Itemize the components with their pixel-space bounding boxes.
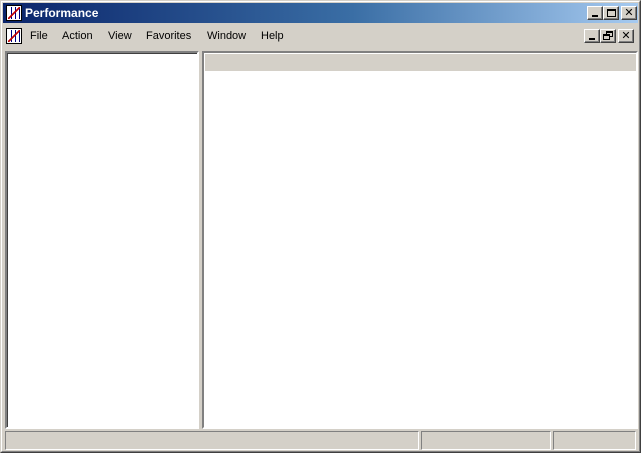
- status-panel-3: [553, 431, 636, 450]
- restore-icon-front: [603, 34, 610, 40]
- maximize-icon: [607, 9, 616, 17]
- status-panel-2: [421, 431, 551, 450]
- title-bar[interactable]: Performance ✕: [3, 3, 638, 23]
- close-icon: ✕: [621, 29, 631, 42]
- details-pane[interactable]: [202, 51, 638, 429]
- minimize-icon: [589, 38, 595, 40]
- minimize-button[interactable]: [587, 6, 603, 20]
- close-button[interactable]: ✕: [621, 6, 637, 20]
- menu-view[interactable]: View: [108, 30, 132, 42]
- details-pane-header: [205, 54, 636, 71]
- minimize-icon: [592, 15, 598, 17]
- menu-file[interactable]: File: [30, 30, 48, 42]
- status-bar: [3, 430, 638, 450]
- child-minimize-button[interactable]: [584, 29, 600, 43]
- console-tree-pane[interactable]: [5, 51, 199, 429]
- performance-chart-icon[interactable]: [6, 5, 22, 21]
- menu-action[interactable]: Action: [62, 30, 93, 42]
- maximize-button[interactable]: [603, 6, 619, 20]
- menu-favorites[interactable]: Favorites: [146, 30, 191, 42]
- menu-window[interactable]: Window: [207, 30, 246, 42]
- status-panel-main: [5, 431, 419, 450]
- menu-help[interactable]: Help: [261, 30, 284, 42]
- menu-bar: File Action View Favorites Window Help ✕: [3, 25, 638, 47]
- close-icon: ✕: [624, 6, 634, 19]
- mmc-window: Performance ✕ File Action View Favorites…: [0, 0, 641, 453]
- performance-chart-icon[interactable]: [6, 28, 22, 44]
- child-restore-button[interactable]: [600, 29, 616, 43]
- window-title: Performance: [25, 6, 99, 20]
- child-close-button[interactable]: ✕: [618, 29, 634, 43]
